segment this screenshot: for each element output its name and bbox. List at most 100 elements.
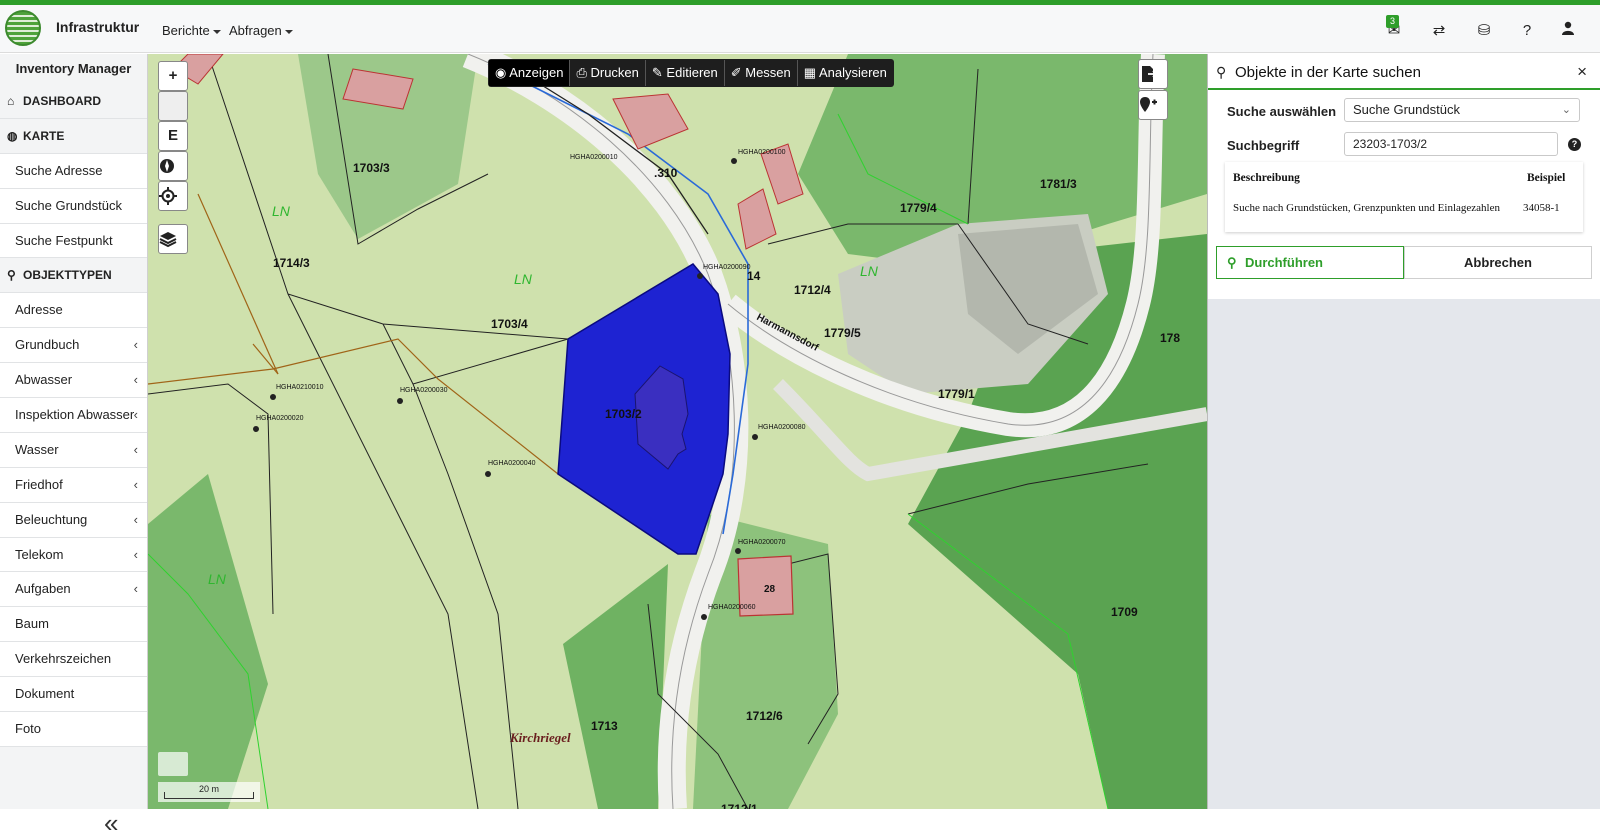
caret-down-icon	[284, 29, 293, 34]
svg-text:HGHA0200090: HGHA0200090	[703, 264, 751, 271]
scale-label: 20 m	[198, 784, 219, 794]
database-icon[interactable]: ⛁	[1474, 21, 1494, 41]
caret-down-icon	[212, 29, 221, 34]
svg-text:HGHA0210010: HGHA0210010	[276, 384, 324, 391]
sidebar-item-label: Abwasser	[15, 372, 73, 388]
toolbar-analysieren[interactable]: ▦ Analysieren	[798, 60, 893, 86]
sidebar-item-objekt[interactable]: Abwasser ‹	[0, 363, 147, 399]
svg-text:1703/4: 1703/4	[491, 317, 528, 331]
search-input[interactable]	[1344, 132, 1558, 156]
menu-berichte[interactable]: Berichte	[162, 23, 221, 38]
overview-map-toggle[interactable]	[158, 752, 188, 776]
table-header-beschreibung: Beschreibung	[1233, 172, 1300, 184]
export-icon[interactable]	[1138, 59, 1168, 89]
toolbar-label: Anzeigen	[509, 65, 564, 80]
chevron-down-icon: ⌄	[1561, 104, 1571, 116]
sidebar-item-objekt[interactable]: Dokument	[0, 677, 147, 713]
svg-text:HGHA0200010: HGHA0200010	[570, 154, 618, 161]
svg-text:1779/4: 1779/4	[900, 201, 937, 215]
zoom-in-button[interactable]: +	[158, 61, 188, 91]
chevron-left-icon: ‹	[133, 581, 138, 597]
select-value: Suche Grundstück	[1353, 102, 1460, 117]
menu-abfragen[interactable]: Abfragen	[229, 23, 293, 38]
sidebar-item-label: Verkehrszeichen	[15, 651, 112, 667]
sidebar-item-label: Inspektion Abwasser	[15, 407, 135, 423]
toolbar-editieren[interactable]: ✎ Editieren	[646, 60, 725, 86]
layers-icon[interactable]	[158, 224, 188, 254]
sidebar-item-label: Suche Festpunkt	[15, 232, 113, 248]
svg-text:HGHA0200100: HGHA0200100	[738, 149, 786, 156]
sidebar-item-label: Friedhof	[15, 476, 63, 492]
svg-text:LN: LN	[272, 203, 291, 219]
eye-icon: ◉	[495, 65, 510, 80]
pencil-icon: ✎	[651, 65, 667, 80]
sidebar-item-objekt[interactable]: Foto	[0, 712, 147, 747]
zoom-out-button[interactable]	[158, 91, 188, 121]
edit-mode-button[interactable]: E	[158, 121, 188, 151]
toolbar-anzeigen[interactable]: ◉ Anzeigen	[489, 60, 571, 86]
objekttypen-list: Adresse Grundbuch ‹ Abwasser ‹ Inspektion Abw…	[0, 293, 147, 747]
help-icon[interactable]: ?	[1517, 21, 1537, 41]
sidebar-item-objekt[interactable]: Baum	[0, 607, 147, 643]
svg-text:HGHA0200070: HGHA0200070	[738, 539, 786, 546]
sidebar-item-objekt[interactable]: Adresse	[0, 293, 147, 329]
sidebar-item-objekt[interactable]: Inspektion Abwasser ‹	[0, 398, 147, 433]
cancel-button[interactable]: Abbrechen	[1404, 246, 1592, 279]
user-icon[interactable]	[1558, 21, 1578, 41]
top-navbar: Infrastruktur Berichte Abfragen ✉ 3 ⇄ ⛁ …	[0, 5, 1600, 53]
app-logo[interactable]	[5, 10, 41, 46]
sidebar-item-objekt[interactable]: Beleuchtung ‹	[0, 502, 147, 538]
svg-text:1779/1: 1779/1	[938, 387, 975, 401]
toolbar-label: Analysieren	[818, 65, 887, 80]
sidebar-item-suche-adresse[interactable]: Suche Adresse	[0, 153, 147, 189]
svg-text:LN: LN	[514, 271, 533, 287]
description-table: Beschreibung Beispiel Suche nach Grundst…	[1225, 162, 1583, 232]
search-panel: ⚲ Objekte in der Karte suchen × Suche au…	[1207, 54, 1600, 809]
sidebar-item-objekt[interactable]: Friedhof ‹	[0, 467, 147, 503]
toolbar-messen[interactable]: ✐ Messen	[725, 60, 798, 86]
sidebar-item-objekt[interactable]: Grundbuch ‹	[0, 328, 147, 364]
sidebar-item-karte[interactable]: ◍ KARTE	[0, 118, 147, 154]
chevron-left-icon: ‹	[133, 407, 138, 423]
sidebar-item-dashboard[interactable]: ⌂ DASHBOARD	[0, 84, 147, 119]
globe-icon: ◍	[7, 128, 18, 143]
svg-text:1713: 1713	[591, 719, 618, 733]
toolbar-drucken[interactable]: ⎙ Drucken	[570, 60, 646, 86]
sidebar-item-objekt[interactable]: Aufgaben ‹	[0, 572, 147, 608]
sidebar-item-label: OBJEKTTYPEN	[23, 268, 112, 283]
search-icon: ⚲	[7, 268, 16, 283]
collapse-sidebar-icon[interactable]: «	[104, 809, 118, 837]
svg-text:LN: LN	[860, 263, 879, 279]
search-icon: ⚲	[1216, 64, 1227, 80]
svg-text:LN: LN	[208, 571, 227, 587]
search-panel-header: ⚲ Objekte in der Karte suchen ×	[1208, 54, 1600, 90]
search-type-select[interactable]: Suche Grundstück ⌄	[1344, 98, 1580, 122]
help-icon[interactable]: ?	[1568, 138, 1581, 151]
svg-text:Kirchriegel: Kirchriegel	[509, 730, 571, 745]
sidebar-item-objekt[interactable]: Wasser ‹	[0, 432, 147, 468]
add-location-icon[interactable]	[1138, 90, 1168, 120]
table-header-beispiel: Beispiel	[1527, 172, 1566, 184]
chevron-left-icon: ‹	[133, 337, 138, 353]
chevron-left-icon: ‹	[133, 441, 138, 457]
map-canvas[interactable]: 1703/3 1714/3 1703/4 1703/2 1712/4 1779/…	[148, 54, 1207, 809]
sidebar-item-objekt[interactable]: Verkehrszeichen	[0, 642, 147, 678]
close-icon[interactable]: ×	[1577, 62, 1587, 82]
sidebar-item-suche-festpunkt[interactable]: Suche Festpunkt	[0, 223, 147, 259]
svg-text:HGHA0200060: HGHA0200060	[708, 604, 756, 611]
sidebar-item-label: Baum	[15, 616, 49, 632]
svg-text:.310: .310	[654, 166, 678, 180]
sidebar-item-objekttypen[interactable]: ⚲ OBJEKTTYPEN	[0, 258, 147, 294]
run-search-button[interactable]: ⚲ Durchführen	[1216, 246, 1404, 279]
sidebar-item-label: Aufgaben	[15, 581, 71, 597]
locate-icon[interactable]	[158, 181, 188, 211]
exchange-icon[interactable]: ⇄	[1429, 21, 1449, 41]
sidebar-item-objekt[interactable]: Telekom ‹	[0, 537, 147, 573]
sidebar-item-label: KARTE	[23, 128, 65, 143]
svg-text:HGHA0200020: HGHA0200020	[256, 415, 304, 422]
compass-icon[interactable]	[158, 151, 188, 181]
sidebar-item-suche-grundstueck[interactable]: Suche Grundstück	[0, 188, 147, 224]
table-cell-example: 34058-1	[1523, 202, 1560, 214]
sidebar-item-label: Dokument	[15, 686, 75, 702]
map-svg: 1703/3 1714/3 1703/4 1703/2 1712/4 1779/…	[148, 54, 1207, 809]
